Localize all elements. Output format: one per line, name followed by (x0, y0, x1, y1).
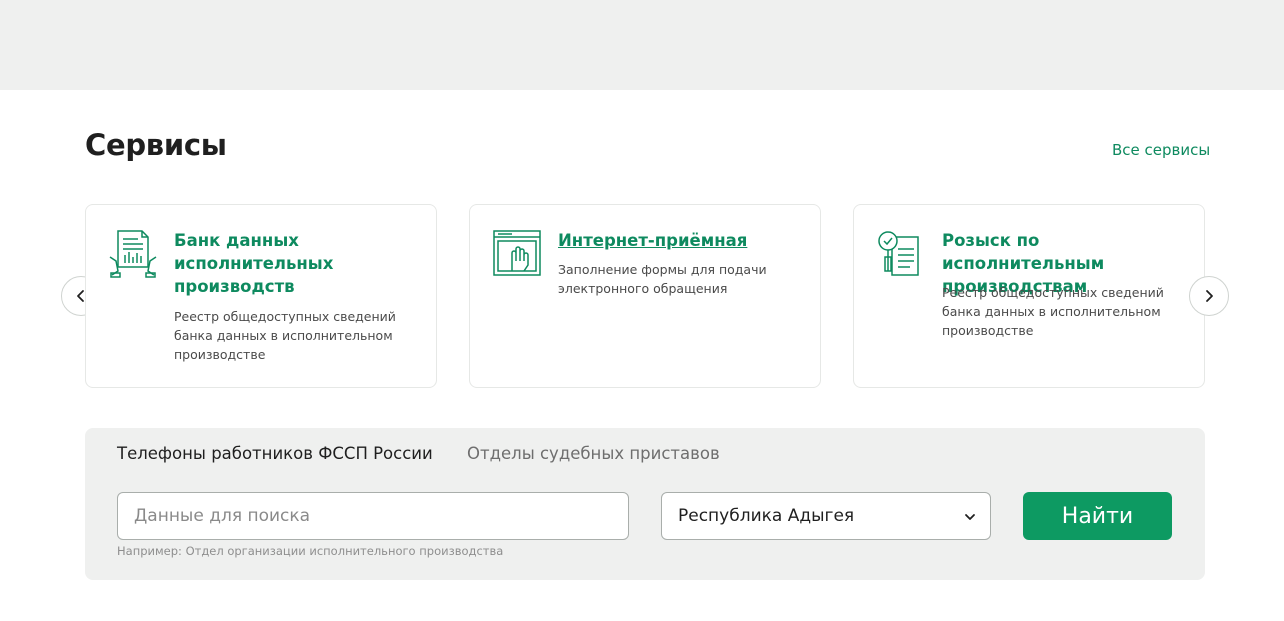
search-panel: Телефоны работников ФССП России Отделы с… (85, 428, 1205, 580)
find-button[interactable]: Найти (1023, 492, 1172, 540)
section-title: Сервисы (85, 128, 227, 162)
card-title[interactable]: Банк данных исполнительных производств (174, 229, 419, 298)
search-input[interactable] (117, 492, 629, 540)
carousel-next-button[interactable] (1189, 276, 1229, 316)
card-description: Реестр общедоступных сведений банка данн… (174, 309, 396, 362)
document-hands-icon (108, 227, 158, 279)
chevron-right-icon (1206, 290, 1213, 302)
search-hint: Например: Отдел организации исполнительн… (117, 544, 504, 558)
card-description: Реестр общедоступных сведений банка данн… (942, 285, 1164, 338)
card-title[interactable]: Интернет-приёмная (558, 229, 803, 252)
browser-hand-icon (492, 227, 542, 279)
service-card-search[interactable]: Розыск по исполнительным производствам Р… (853, 204, 1205, 388)
search-document-icon (876, 227, 926, 279)
region-select[interactable]: Республика Адыгея (661, 492, 991, 540)
chevron-down-icon (965, 514, 975, 520)
all-services-link[interactable]: Все сервисы (1112, 141, 1210, 159)
card-description: Заполнение формы для подачи электронного… (558, 262, 767, 296)
service-card-reception[interactable]: Интернет-приёмная Заполнение формы для п… (469, 204, 821, 388)
tab-bailiff-departments[interactable]: Отделы судебных приставов (467, 444, 720, 463)
region-selected-value: Республика Адыгея (678, 506, 855, 526)
top-banner-area (0, 0, 1284, 90)
service-card-bank[interactable]: Банк данных исполнительных производств Р… (85, 204, 437, 388)
tab-employee-phones[interactable]: Телефоны работников ФССП России (117, 444, 433, 463)
